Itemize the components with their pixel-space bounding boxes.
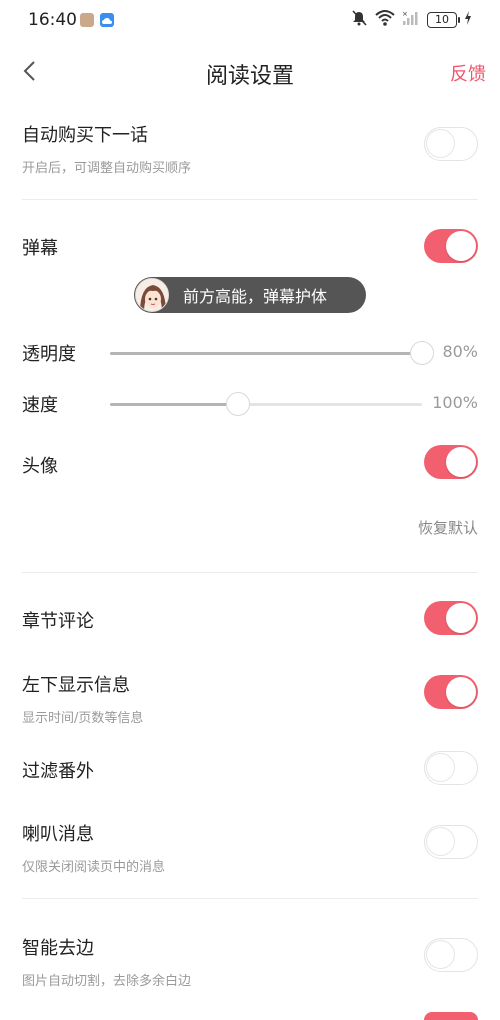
bottom-left-info-label: 左下显示信息 (22, 675, 130, 696)
status-bar: 16:40 × 10 (0, 0, 500, 40)
battery-icon: 10 (427, 12, 460, 28)
mute-icon (350, 9, 368, 31)
toggle-knob (426, 827, 455, 856)
bottom-left-info-toggle[interactable] (424, 675, 478, 709)
wifi-icon (375, 9, 395, 31)
status-time: 16:40 (28, 10, 77, 30)
speed-slider-thumb[interactable] (225, 392, 250, 416)
cloud-app-icon (100, 13, 114, 27)
feedback-button[interactable]: 反馈 (450, 60, 486, 86)
opacity-slider-thumb[interactable] (410, 341, 434, 365)
setting-auto-buy: 自动购买下一话 开启后，可调整自动购买顺序 (22, 121, 478, 176)
horn-messages-toggle[interactable] (424, 825, 478, 859)
danmaku-toggle[interactable] (424, 229, 478, 263)
horn-messages-description: 仅限关闭阅读页中的消息 (22, 860, 166, 875)
danmaku-label: 弹幕 (22, 238, 58, 259)
auto-buy-label: 自动购买下一话 (22, 125, 148, 146)
speed-value: 100% (432, 393, 478, 412)
speed-label: 速度 (22, 395, 58, 416)
toggle-knob (446, 447, 476, 477)
smart-crop-label: 智能去边 (22, 938, 94, 959)
toggle-knob (426, 753, 455, 782)
page-title: 阅读设置 (205, 64, 294, 89)
speed-slider-fill (110, 403, 238, 406)
setting-bottom-left-info: 左下显示信息 显示时间/页数等信息 (22, 671, 478, 726)
speed-slider-row: 速度 100% (22, 389, 478, 419)
filter-extras-toggle[interactable] (424, 751, 478, 785)
opacity-slider-row: 透明度 80% (22, 338, 478, 368)
toggle-knob (426, 129, 455, 158)
smart-crop-description: 图片自动切割，去除多余白边 (22, 974, 192, 989)
horn-messages-label: 喇叭消息 (22, 824, 94, 845)
divider (22, 572, 478, 573)
speed-slider[interactable] (110, 392, 422, 416)
nav-bar: 阅读设置 反馈 (0, 46, 500, 98)
charging-icon (464, 10, 472, 30)
danmaku-preview-text: 前方高能，弹幕护体 (183, 287, 328, 306)
avatar-label: 头像 (22, 456, 58, 477)
setting-avatar: 头像 (22, 452, 478, 478)
danmaku-avatar (135, 278, 169, 312)
divider (22, 898, 478, 899)
toggle-knob (426, 940, 455, 969)
filter-extras-label: 过滤番外 (22, 761, 94, 782)
avatar-toggle[interactable] (424, 445, 478, 479)
setting-filter-extras: 过滤番外 (22, 757, 478, 783)
bottom-left-info-description: 显示时间/页数等信息 (22, 711, 144, 726)
gallery-app-icon (80, 13, 94, 27)
opacity-slider-fill (110, 352, 422, 355)
opacity-value: 80% (442, 342, 478, 361)
setting-horn-messages: 喇叭消息 仅限关闭阅读页中的消息 (22, 820, 478, 875)
toggle-knob (446, 231, 476, 261)
smart-crop-toggle[interactable] (424, 938, 478, 972)
toggle-knob (446, 677, 476, 707)
restore-default-button[interactable]: 恢复默认 (418, 517, 478, 538)
svg-text:×: × (402, 10, 408, 18)
chapter-comments-label: 章节评论 (22, 611, 94, 632)
danmaku-preview: 前方高能，弹幕护体 (134, 277, 366, 313)
auto-buy-toggle[interactable] (424, 127, 478, 161)
divider (22, 199, 478, 200)
opacity-slider[interactable] (110, 341, 434, 365)
auto-buy-description: 开启后，可调整自动购买顺序 (22, 161, 192, 176)
setting-chapter-comments: 章节评论 (22, 607, 478, 633)
next-setting-toggle[interactable] (424, 1012, 478, 1020)
setting-smart-crop: 智能去边 图片自动切割，去除多余白边 (22, 934, 478, 989)
chapter-comments-toggle[interactable] (424, 601, 478, 635)
signal-icon: × (402, 10, 420, 30)
toggle-knob (446, 603, 476, 633)
opacity-label: 透明度 (22, 344, 76, 365)
setting-danmaku: 弹幕 (22, 234, 478, 260)
